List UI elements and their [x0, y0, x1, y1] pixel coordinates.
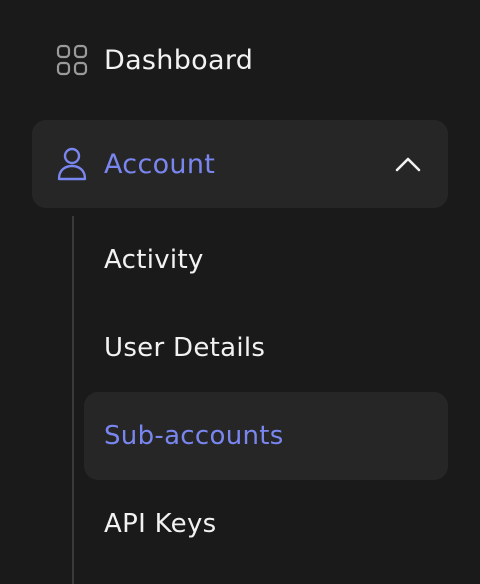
submenu-item-label: User Details [104, 333, 266, 363]
nav-item-dashboard-label: Dashboard [104, 44, 254, 76]
submenu-item-label: Sub-accounts [104, 421, 284, 451]
submenu-item-sub-accounts[interactable]: Sub-accounts [84, 392, 448, 480]
user-icon [56, 147, 88, 181]
grid-icon [56, 44, 88, 76]
nav-item-account-label: Account [104, 148, 216, 180]
submenu-tree-line [72, 216, 74, 584]
chevron-up-icon[interactable] [394, 150, 422, 178]
submenu-item-api-keys[interactable]: API Keys [84, 480, 448, 568]
sidebar-nav: Dashboard Account Activity User Details … [0, 0, 480, 584]
submenu-item-user-details[interactable]: User Details [84, 304, 448, 392]
nav-item-account[interactable]: Account [32, 120, 448, 208]
nav-item-dashboard[interactable]: Dashboard [32, 16, 448, 104]
submenu-item-label: Activity [104, 245, 204, 275]
submenu-item-activity[interactable]: Activity [84, 216, 448, 304]
submenu-item-label: API Keys [104, 509, 217, 539]
